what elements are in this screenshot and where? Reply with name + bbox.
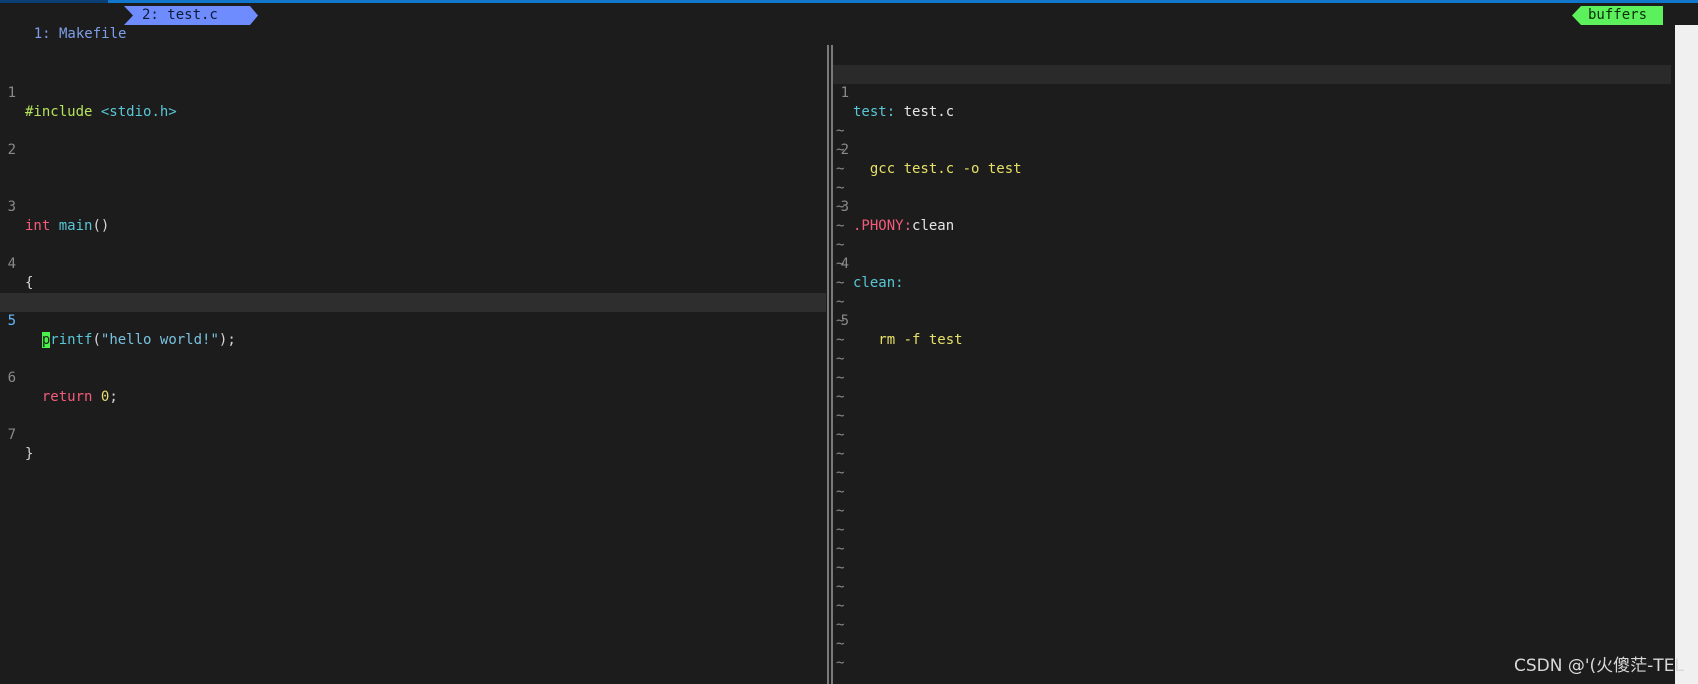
- code-line[interactable]: 2 gcc test.c -o test: [833, 122, 1671, 177]
- code-line[interactable]: 4 {: [0, 236, 826, 291]
- code-text: test: test.c: [853, 104, 955, 120]
- tab-test-c[interactable]: 2: test.c: [124, 6, 258, 25]
- editor-pane-test-c[interactable]: 1 #include <stdio.h> 2 3 int main() 4 { …: [0, 27, 826, 684]
- scrollbar-track[interactable]: [1675, 25, 1698, 684]
- code-line[interactable]: 4 clean:: [833, 236, 1671, 291]
- tab-test-c-label: 2: test.c: [142, 7, 218, 23]
- code-text: clean:: [853, 275, 904, 291]
- line-number: 7: [7, 427, 16, 443]
- code-line[interactable]: 2: [0, 122, 826, 158]
- code-text: printf("hello world!");: [41, 332, 236, 348]
- code-line[interactable]: 5 rm -f test: [833, 293, 1671, 348]
- line-number: 5: [840, 313, 849, 329]
- current-code-line[interactable]: 5 printf("hello world!");: [0, 293, 826, 348]
- code-line[interactable]: 3 .PHONY:clean: [833, 179, 1671, 234]
- line-number: 2: [840, 142, 849, 158]
- tab-makefile[interactable]: 1: Makefile: [0, 6, 127, 42]
- line-number-current: 5: [7, 313, 16, 329]
- window-top-accent: [0, 0, 1698, 3]
- code-text: rm -f test: [853, 332, 963, 348]
- code-text: gcc test.c -o test: [853, 161, 1022, 177]
- line-number: 6: [7, 370, 16, 386]
- code-line[interactable]: 7 }: [0, 407, 826, 462]
- code-text: {: [25, 275, 34, 291]
- code-text: int main(): [25, 218, 110, 234]
- code-text: return 0;: [41, 389, 118, 405]
- code-line[interactable]: 1 #include <stdio.h>: [0, 65, 826, 120]
- current-code-line[interactable]: 1 test: test.c: [833, 65, 1671, 120]
- code-text: .PHONY:clean: [853, 218, 955, 234]
- code-line[interactable]: 6 return 0;: [0, 350, 826, 405]
- line-number: 4: [840, 256, 849, 272]
- buffers-indicator: buffers: [1572, 6, 1663, 25]
- line-number: 3: [840, 199, 849, 215]
- line-number-current: 1: [840, 85, 849, 101]
- line-number: 3: [7, 199, 16, 215]
- editor-pane-makefile[interactable]: 1 test: test.c 2 gcc test.c -o test 3 .P…: [833, 27, 1671, 684]
- line-number: 1: [7, 85, 16, 101]
- buffers-label: buffers: [1588, 7, 1648, 23]
- code-text: #include <stdio.h>: [25, 104, 177, 120]
- csdn-watermark: CSDN @'(火傻茫-TEL: [1514, 656, 1684, 676]
- window-top-accent-dark: [0, 0, 108, 3]
- line-number: 4: [7, 256, 16, 272]
- code-text: }: [25, 446, 34, 462]
- vim-tabline: 1: Makefile 2: test.c buffers: [0, 6, 1698, 42]
- line-number: 2: [7, 142, 16, 158]
- code-line[interactable]: 3 int main(): [0, 179, 826, 234]
